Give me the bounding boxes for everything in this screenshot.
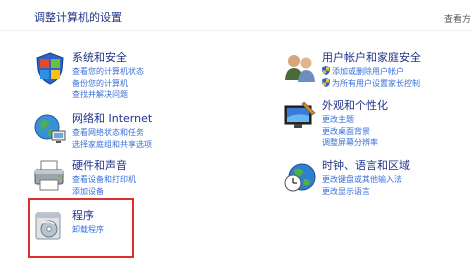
globe-network-icon[interactable] xyxy=(32,111,68,147)
monitor-brush-icon[interactable] xyxy=(282,98,318,134)
clock-globe-icon[interactable] xyxy=(282,158,318,194)
link-add-remove-accounts[interactable]: 添加或删除用户帐户 xyxy=(322,66,420,78)
uac-shield-icon xyxy=(322,66,330,75)
link-change-display-language[interactable]: 更改显示语言 xyxy=(322,186,402,198)
link-change-keyboard[interactable]: 更改键盘或其他输入法 xyxy=(322,174,402,186)
header-divider xyxy=(0,30,472,31)
page-title: 调整计算机的设置 xyxy=(34,11,122,24)
link-homegroup-sharing[interactable]: 选择家庭组和共享选项 xyxy=(72,139,152,151)
link-change-background[interactable]: 更改桌面背景 xyxy=(322,126,378,138)
link-backup-computer[interactable]: 备份您的计算机 xyxy=(72,78,144,90)
link-add-remove-accounts-label: 添加或删除用户帐户 xyxy=(332,67,404,76)
highlight-box xyxy=(28,198,134,258)
link-add-device[interactable]: 添加设备 xyxy=(72,186,136,198)
category-title-appearance[interactable]: 外观和个性化 xyxy=(322,97,388,113)
shield-flag-icon[interactable] xyxy=(32,50,68,86)
category-title-system-security[interactable]: 系统和安全 xyxy=(72,49,127,65)
view-by-label[interactable]: 查看方 xyxy=(444,12,471,25)
link-parental-controls-label: 为所有用户设置家长控制 xyxy=(332,78,420,88)
link-view-devices-printers[interactable]: 查看设备和打印机 xyxy=(72,174,136,186)
category-title-clock-language[interactable]: 时钟、语言和区域 xyxy=(322,157,410,173)
category-clock-language: 时钟、语言和区域 更改键盘或其他输入法 更改显示语言 xyxy=(282,158,472,214)
link-find-fix-problems[interactable]: 查找并解决问题 xyxy=(72,89,144,101)
category-title-hardware-sound[interactable]: 硬件和声音 xyxy=(72,157,127,173)
link-view-computer-status[interactable]: 查看您的计算机状态 xyxy=(72,66,144,78)
category-title-network-internet[interactable]: 网络和 Internet xyxy=(72,110,152,126)
link-adjust-resolution[interactable]: 调整屏幕分辨率 xyxy=(322,137,378,149)
link-parental-controls[interactable]: 为所有用户设置家长控制 xyxy=(322,77,420,90)
category-appearance: 外观和个性化 更改主题 更改桌面背景 调整屏幕分辨率 xyxy=(282,98,472,154)
link-view-network-status[interactable]: 查看网络状态和任务 xyxy=(72,127,152,139)
users-icon[interactable] xyxy=(282,50,318,86)
category-title-user-accounts[interactable]: 用户帐户和家庭安全 xyxy=(322,49,421,65)
uac-shield-icon xyxy=(322,77,330,87)
category-system-security: 系统和安全 查看您的计算机状态 备份您的计算机 查找并解决问题 xyxy=(32,50,222,106)
link-change-theme[interactable]: 更改主题 xyxy=(322,114,378,126)
printer-icon[interactable] xyxy=(32,158,68,194)
